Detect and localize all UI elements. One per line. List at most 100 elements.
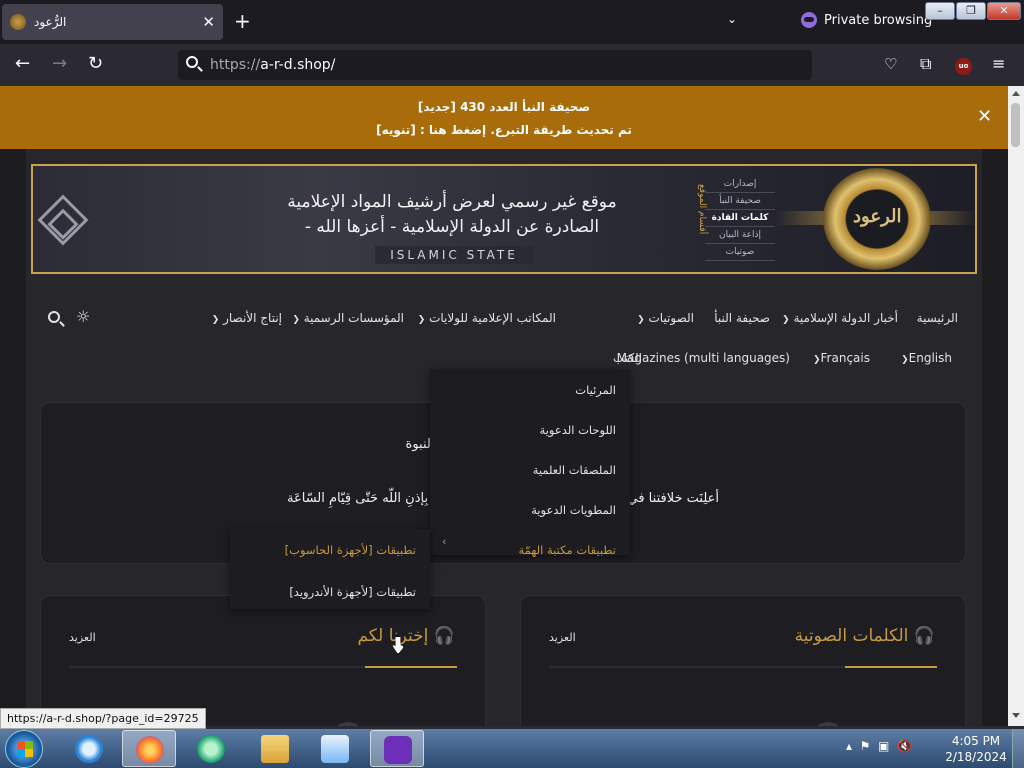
library-dropdown-menu: المرئيات اللوحات الدعوية الملصقات العلمي… xyxy=(430,369,630,557)
window-minimize-button[interactable]: – xyxy=(925,2,955,20)
nav-item-home[interactable]: الرئيسية xyxy=(917,311,958,325)
windows-logo-icon-lower xyxy=(17,749,33,757)
scroll-down-arrow-icon[interactable] xyxy=(1012,713,1020,718)
dropdown-item-videos[interactable]: المرئيات xyxy=(575,383,616,397)
nav-item-magazines[interactable]: Magazines (multi languages) xyxy=(617,351,790,365)
nav-item-english-label: English xyxy=(908,351,952,365)
hamburger-menu-icon[interactable]: ≡ xyxy=(992,54,1005,74)
section-item[interactable]: صحيفة النبأ xyxy=(705,193,775,210)
new-tab-button[interactable]: + xyxy=(234,10,251,32)
site-banner: موقع غير رسمي لعرض أرشيف المواد الإعلامي… xyxy=(31,164,977,274)
nav-item-naba[interactable]: صحيفة النبأ xyxy=(714,311,770,325)
more-link[interactable]: العزيد xyxy=(549,631,576,644)
page-scrollbar[interactable] xyxy=(1008,86,1024,726)
site-logo[interactable]: الرعود xyxy=(823,168,931,270)
site-favicon-icon xyxy=(10,14,26,30)
theme-toggle-sun-icon[interactable]: ☼ xyxy=(76,307,90,326)
chevron-down-icon: ❯ xyxy=(292,315,300,325)
announcement-close-icon[interactable]: ✕ xyxy=(977,106,992,127)
hadith-line2-left: ية بِإذنِ اللّه حَتّى قِيّامِ السّاعَة xyxy=(287,491,443,506)
list-tabs-chevron-icon[interactable]: ⌄ xyxy=(727,12,737,26)
nav-item-news-label: أخبار الدولة الإسلامية xyxy=(793,311,898,325)
ublock-origin-icon[interactable]: uo xyxy=(955,58,972,75)
nav-item-french[interactable]: ❯Français xyxy=(810,351,870,365)
dropdown-item-posters[interactable]: اللوحات الدعوية xyxy=(540,423,616,437)
scroll-up-arrow-icon[interactable] xyxy=(1012,91,1020,96)
main-navigation: الرئيسية ❯ أخبار الدولة الإسلامية صحيفة … xyxy=(26,297,982,380)
section-item[interactable]: إذاعة البيان xyxy=(705,227,775,244)
scrollbar-thumb[interactable] xyxy=(1011,103,1020,147)
nav-item-provinces-label: المكاتب الإعلامية للولايات xyxy=(429,311,556,325)
nav-item-provinces[interactable]: ❯ المكاتب الإعلامية للولايات xyxy=(415,311,556,325)
chevron-down-icon: ❯ xyxy=(812,355,821,365)
banner-tagline-line1: موقع غير رسمي لعرض أرشيف المواد الإعلامي… xyxy=(287,192,617,212)
taskbar-clock[interactable]: 4:05 PM 2/18/2024 xyxy=(944,733,1008,765)
nav-item-french-label: Français xyxy=(820,351,870,365)
reload-icon[interactable]: ↻ xyxy=(88,54,103,74)
chevron-left-icon: ‹ xyxy=(442,535,447,548)
window-maximize-button[interactable]: ❐ xyxy=(956,2,986,20)
active-tab[interactable]: الرُّعود ✕ xyxy=(2,4,223,40)
tab-strip: الرُّعود ✕ + ⌄ Private browsing – ❐ ✕ xyxy=(0,0,1024,44)
search-icon xyxy=(186,56,198,68)
picked-for-you-title[interactable]: إخترنا لكم 🎧 xyxy=(357,626,455,646)
thumbnail[interactable] xyxy=(811,722,845,726)
title-underline xyxy=(549,666,937,668)
announcement-line-new[interactable]: [جديد] صحيفة النبأ العدد 430 xyxy=(0,100,1008,114)
submenu-item-android-apps[interactable]: تطبيقات [لأجهزة الأندرويد] xyxy=(289,585,416,599)
announcement-bar[interactable]: [جديد] صحيفة النبأ العدد 430 [تنويه] : ت… xyxy=(0,86,1008,149)
firefox-icon xyxy=(136,736,164,764)
private-mask-icon xyxy=(801,12,817,28)
thumbnail[interactable] xyxy=(331,722,365,726)
nav-item-english[interactable]: ❯English xyxy=(898,351,952,365)
nav-item-books[interactable]: الكتب xyxy=(613,351,642,365)
section-item[interactable]: كلمات القادة xyxy=(705,210,775,227)
tab-close-icon[interactable]: ✕ xyxy=(202,13,215,31)
nav-item-audios[interactable]: ❯ الصوتيات xyxy=(634,311,694,325)
pocket-icon[interactable]: ♡ xyxy=(884,54,897,74)
nav-item-ansar[interactable]: ❯ إنتاج الأنصار xyxy=(209,311,282,325)
audio-words-title[interactable]: الكلمات الصوتية 🎧 xyxy=(795,626,935,646)
picked-for-you-box: إخترنا لكم 🎧 العزيد xyxy=(40,595,486,726)
chevron-down-icon: ❯ xyxy=(782,315,790,325)
window-close-button[interactable]: ✕ xyxy=(987,2,1021,20)
extensions-puzzle-icon[interactable]: ⧉ xyxy=(920,54,931,74)
show-desktop-button[interactable] xyxy=(1012,729,1024,768)
more-link[interactable]: العزيد xyxy=(69,631,96,644)
tab-title: الرُّعود xyxy=(34,15,67,29)
kufic-emblem-icon xyxy=(37,194,89,246)
taskbar-media-app[interactable] xyxy=(184,730,238,767)
taskbar-internet-explorer[interactable] xyxy=(62,730,116,767)
dropdown-item-stickers[interactable]: الملصقات العلمية xyxy=(533,463,616,477)
url-bar[interactable]: https://a-r-d.shop/ xyxy=(178,50,812,80)
dropdown-item-brochures[interactable]: المطويات الدعوية xyxy=(531,503,616,517)
taskbar-private-firefox[interactable] xyxy=(370,730,424,767)
url-protocol: https:// xyxy=(210,57,261,73)
nav-item-audios-label: الصوتيات xyxy=(648,311,694,325)
internet-explorer-icon xyxy=(75,735,103,763)
title-underline xyxy=(69,666,457,668)
system-tray[interactable]: ▴ ⚑ ▣ 🔇 xyxy=(846,739,912,753)
audio-words-title-text: الكلمات الصوتية xyxy=(794,626,909,646)
url-host: a-r-d.shop/ xyxy=(260,57,336,73)
nav-item-official[interactable]: ❯ المؤسسات الرسمية xyxy=(289,311,404,325)
browser-toolbar: ← → ↻ https://a-r-d.shop/ ♡ ⧉ uo ≡ xyxy=(0,44,1024,86)
dropdown-item-apps[interactable]: تطبيقات مكتبة الهمّة xyxy=(519,543,616,557)
clock-time: 4:05 PM xyxy=(951,734,1001,748)
start-button[interactable] xyxy=(5,730,43,768)
announcement-line-donation[interactable]: [تنويه] : تم تحديث طريقة التبرع. إضغط هن… xyxy=(0,123,1008,137)
chevron-down-icon: ❯ xyxy=(211,315,220,325)
submenu-item-desktop-apps[interactable]: تطبيقات [لأجهزة الحاسوب] xyxy=(285,543,416,557)
media-player-icon xyxy=(321,735,349,763)
nav-item-news[interactable]: ❯ أخبار الدولة الإسلامية xyxy=(779,311,898,325)
taskbar-firefox[interactable] xyxy=(122,730,176,767)
section-item[interactable]: إصدارات xyxy=(705,176,775,193)
section-item[interactable]: صوتيات xyxy=(705,244,775,261)
chevron-down-icon: ❯ xyxy=(637,315,645,325)
site-search-icon[interactable] xyxy=(48,311,60,323)
taskbar-explorer[interactable] xyxy=(248,730,302,767)
back-arrow-icon[interactable]: ← xyxy=(15,54,30,74)
private-browsing-indicator: Private browsing xyxy=(801,12,932,28)
forward-arrow-icon[interactable]: → xyxy=(52,54,67,74)
taskbar-media-player[interactable] xyxy=(308,730,362,767)
